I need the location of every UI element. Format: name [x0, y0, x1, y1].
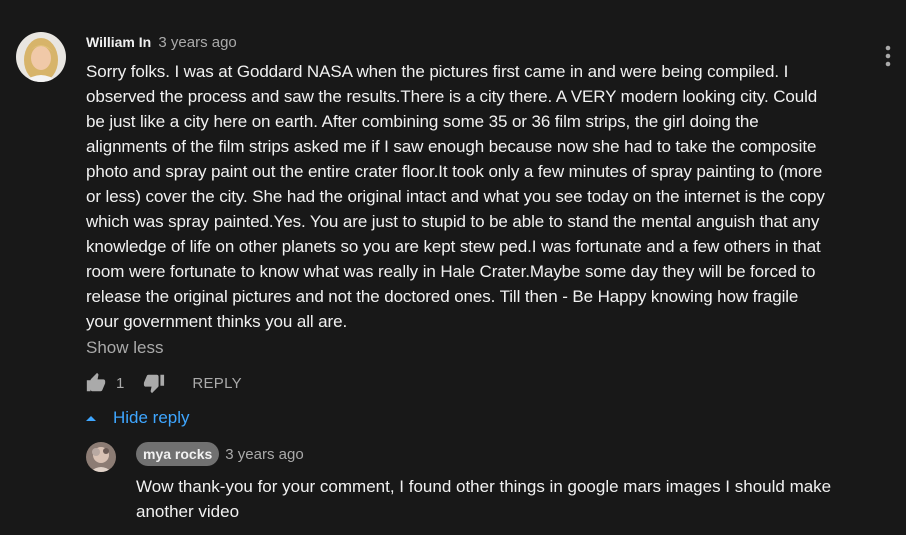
- reply-line: Wow thank-you for your comment, I found …: [136, 477, 832, 496]
- hide-reply-button[interactable]: Hide reply: [84, 406, 190, 430]
- like-count: 1: [116, 374, 125, 392]
- comment-line: your government thinks you all are.: [86, 312, 348, 331]
- author-avatar[interactable]: [16, 32, 66, 82]
- comment-actions: 1 REPLY: [84, 370, 242, 396]
- comment-line: observed the process and saw the results…: [86, 87, 818, 106]
- reply-text: Wow thank-you for your comment, I found …: [136, 474, 876, 524]
- more-vert-icon[interactable]: [878, 42, 898, 72]
- show-less-button[interactable]: Show less: [86, 337, 163, 359]
- reply-author-avatar[interactable]: [86, 442, 116, 472]
- reply-button[interactable]: REPLY: [192, 375, 242, 392]
- comment-thread: William In 3 years ago Sorry folks. I wa…: [0, 0, 906, 535]
- comment-line: room were fortunate to know what was rea…: [86, 262, 816, 281]
- thumbs-down-icon[interactable]: [142, 371, 166, 395]
- hide-reply-label: Hide reply: [113, 408, 190, 427]
- comment-line: release the original pictures and not th…: [86, 287, 799, 306]
- reply-line: another video: [136, 502, 240, 521]
- comment-line: be just like a city here on earth. After…: [86, 112, 759, 131]
- comment-line: photo and spray paint out the entire cra…: [86, 162, 823, 181]
- caret-up-icon: [86, 416, 96, 421]
- comment-text: Sorry folks. I was at Goddard NASA when …: [86, 59, 876, 334]
- comment-timestamp[interactable]: 3 years ago: [158, 34, 236, 51]
- thumbs-up-icon[interactable]: [84, 371, 108, 395]
- comment-header: William In 3 years ago: [86, 32, 237, 53]
- reply-timestamp[interactable]: 3 years ago: [225, 446, 303, 463]
- reply-author-badge[interactable]: mya rocks: [136, 442, 220, 466]
- comment-line: alignments of the film strips asked me i…: [86, 137, 817, 156]
- comment-line: which was spray painted.Yes. You are jus…: [86, 212, 820, 231]
- author-name[interactable]: William In: [86, 34, 151, 50]
- comment-line: or less) cover the city. She had the ori…: [86, 187, 825, 206]
- reply-header: mya rocks 3 years ago: [136, 442, 304, 466]
- comment-line: Sorry folks. I was at Goddard NASA when …: [86, 62, 789, 81]
- comment-line: knowledge of life on other planets so yo…: [86, 237, 821, 256]
